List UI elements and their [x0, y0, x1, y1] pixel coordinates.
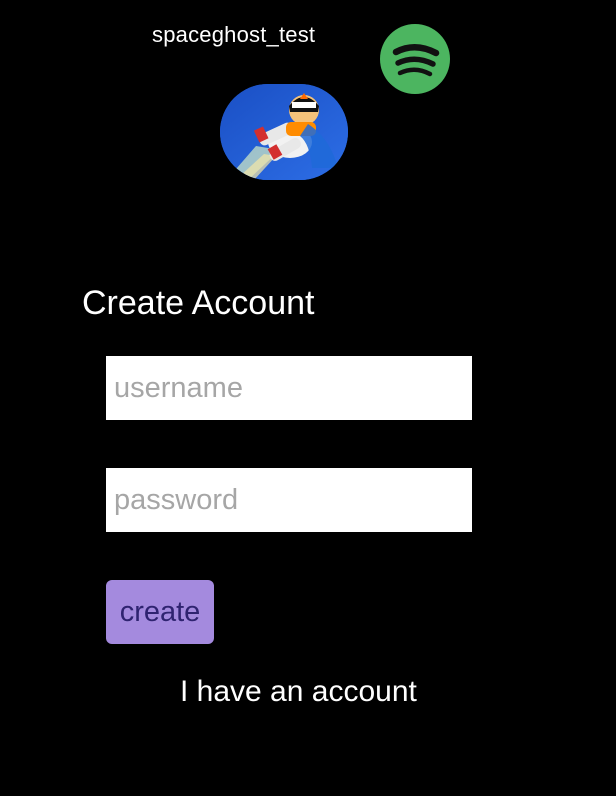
page-title: Create Account: [82, 284, 315, 322]
create-button[interactable]: create: [106, 580, 214, 644]
avatar: [220, 84, 348, 180]
spotify-icon: [380, 24, 450, 94]
have-account-link[interactable]: I have an account: [180, 675, 417, 709]
username-input[interactable]: [106, 356, 472, 420]
profile-username: spaceghost_test: [152, 22, 316, 47]
password-input[interactable]: [106, 468, 472, 532]
